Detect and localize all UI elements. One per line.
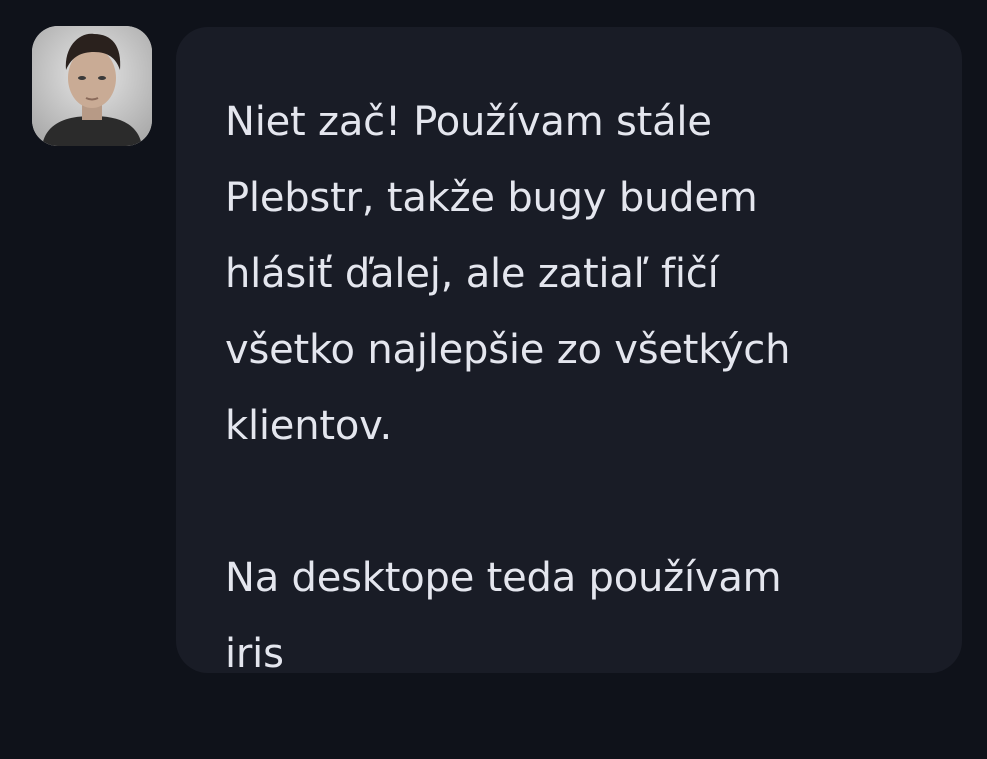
avatar[interactable] [32, 26, 152, 146]
message-bubble[interactable]: Niet zač! Používam stále Plebstr, takže … [176, 27, 962, 677]
user-avatar-photo-icon [32, 26, 152, 146]
message-text: Niet zač! Používam stále Plebstr, takže … [225, 99, 791, 677]
